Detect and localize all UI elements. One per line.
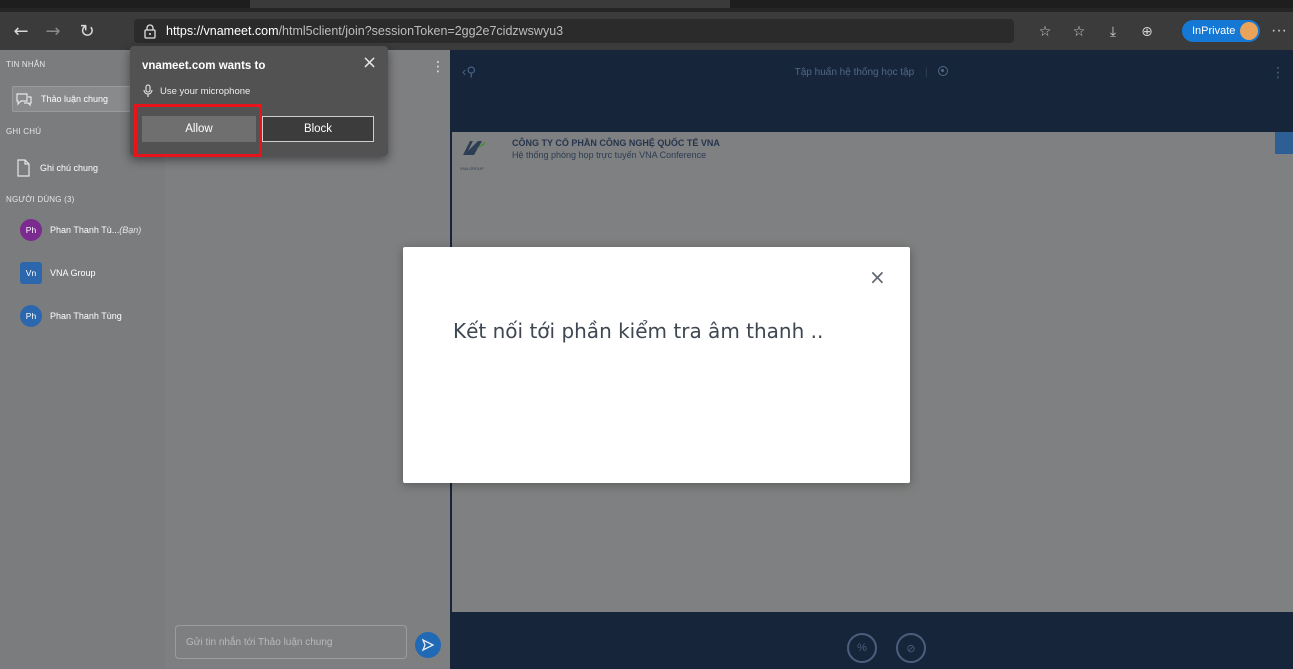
inprivate-label: InPrivate: [1192, 25, 1236, 37]
send-message-button[interactable]: [415, 632, 441, 658]
user-item[interactable]: Ph Phan Thanh Tùng: [8, 302, 122, 330]
shared-notes-item[interactable]: Ghi chú chung: [12, 154, 98, 182]
forward-arrow-icon[interactable]: →: [38, 12, 68, 50]
session-options-icon[interactable]: ⋮: [1271, 64, 1285, 81]
collections-icon[interactable]: ⊕: [1132, 12, 1162, 50]
session-title: Tập huấn hệ thống học tập: [794, 67, 915, 78]
presentation-company: CÔNG TY CỔ PHẦN CÔNG NGHỆ QUỐC TẾ VNA: [512, 138, 720, 148]
users-section-title: NGƯỜI DÙNG (3): [6, 195, 75, 204]
permission-request: Use your microphone: [142, 84, 250, 98]
inprivate-badge[interactable]: InPrivate: [1182, 20, 1260, 42]
add-favorite-icon[interactable]: ☆: [1030, 12, 1060, 50]
public-chat-label: Thảo luận chung: [41, 94, 109, 104]
user-name: Phan Thanh Tù...: [50, 225, 120, 235]
divider: |: [924, 67, 928, 78]
chat-bubble-icon: [13, 89, 35, 109]
browser-chrome: ← → ↻ https://vnameet.com/html5client/jo…: [0, 0, 1293, 50]
send-icon: [421, 638, 435, 652]
presentation-options-tab[interactable]: [1275, 132, 1293, 154]
downloads-icon[interactable]: ⤓: [1098, 12, 1128, 50]
user-item[interactable]: Vn VNA Group: [8, 259, 96, 287]
avatar: Ph: [20, 219, 42, 241]
notes-section-title: GHI CHÚ: [6, 127, 42, 136]
audio-check-modal: × Kết nối tới phần kiểm tra âm thanh ..: [403, 247, 910, 483]
url-host: https://vnameet.com: [166, 24, 279, 38]
session-header: ‹⚲ Tập huấn hệ thống học tập | ⋮: [450, 50, 1293, 132]
user-you-tag: (Bạn): [119, 225, 142, 235]
chat-options-icon[interactable]: ⋮: [431, 58, 445, 75]
permission-request-label: Use your microphone: [160, 85, 251, 97]
avatar: Vn: [20, 262, 42, 284]
more-menu-icon[interactable]: ···: [1265, 12, 1293, 50]
messages-section-title: TIN NHẮN: [6, 60, 46, 69]
audio-settings-button[interactable]: %: [847, 633, 877, 663]
block-button[interactable]: Block: [262, 116, 374, 142]
camera-off-button[interactable]: ⊘: [896, 633, 926, 663]
session-title-row: Tập huấn hệ thống học tập |: [450, 66, 1293, 78]
user-name: VNA Group: [50, 268, 96, 278]
screen: ← → ↻ https://vnameet.com/html5client/jo…: [0, 0, 1293, 669]
avatar: Ph: [20, 305, 42, 327]
modal-message: Kết nối tới phần kiểm tra âm thanh ..: [453, 319, 824, 343]
presentation-subtitle: Hệ thống phòng họp trực tuyến VNA Confer…: [512, 150, 707, 160]
back-arrow-icon[interactable]: ←: [6, 12, 36, 50]
chat-input-placeholder: Gửi tin nhắn tới Thảo luận chung: [186, 636, 333, 648]
allow-highlight-box: [134, 104, 262, 157]
microphone-icon: [143, 84, 153, 97]
favorites-icon[interactable]: ☆: [1064, 12, 1094, 50]
address-bar[interactable]: https://vnameet.com/html5client/join?ses…: [134, 19, 1014, 43]
browser-toolbar: ← → ↻ https://vnameet.com/html5client/jo…: [0, 12, 1293, 50]
tab-strip: [0, 0, 1293, 8]
profile-avatar: [1240, 22, 1258, 40]
chat-message-input[interactable]: Gửi tin nhắn tới Thảo luận chung: [175, 625, 407, 659]
active-tab[interactable]: [250, 0, 730, 8]
shared-notes-label: Ghi chú chung: [40, 163, 99, 173]
close-icon[interactable]: ×: [362, 52, 377, 73]
lock-icon[interactable]: [142, 23, 158, 39]
recording-indicator-icon[interactable]: [938, 66, 949, 76]
user-name: Phan Thanh Tùng: [50, 311, 122, 321]
close-icon[interactable]: ×: [869, 265, 886, 289]
action-bar: % ⊘: [450, 612, 1293, 669]
logo-caption: VNA GROUP: [460, 166, 484, 171]
refresh-icon[interactable]: ↻: [72, 12, 102, 50]
url-path: /html5client/join?sessionToken=2gg2e7cid…: [278, 24, 564, 38]
user-item[interactable]: Ph Phan Thanh Tù... (Bạn): [8, 216, 141, 244]
note-icon: [12, 158, 34, 178]
vna-logo-icon: VNA GROUP: [460, 137, 490, 171]
permission-title: vnameet.com wants to: [142, 60, 266, 72]
presentation-slide-header: VNA GROUP CÔNG TY CỔ PHẦN CÔNG NGHỆ QUỐC…: [452, 132, 1293, 171]
